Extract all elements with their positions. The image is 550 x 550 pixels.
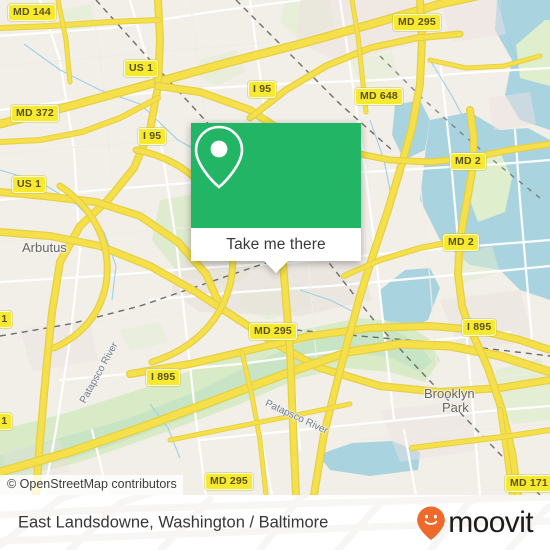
map-pin-icon bbox=[194, 125, 244, 189]
popup-pointer-tail bbox=[264, 261, 288, 273]
road-shield-i-895[interactable]: I 895 bbox=[146, 369, 181, 386]
road-shield-md-295[interactable]: MD 295 bbox=[205, 473, 253, 490]
page-title: East Landsdowne, Washington / Baltimore bbox=[18, 513, 329, 531]
moovit-logo[interactable]: moovit bbox=[416, 505, 534, 541]
road-shield-i-95[interactable]: I 95 bbox=[248, 81, 277, 98]
moovit-wordmark: moovit bbox=[448, 505, 533, 539]
road-shield-clipped[interactable]: S 1 bbox=[0, 311, 13, 328]
road-shield-i-895[interactable]: I 895 bbox=[462, 319, 497, 336]
road-shield-clipped[interactable]: S 1 bbox=[0, 413, 13, 430]
popup-header bbox=[191, 123, 361, 228]
popup-action-bar[interactable]: Take me there bbox=[191, 228, 361, 261]
road-shield-i-95[interactable]: I 95 bbox=[138, 128, 167, 145]
map-canvas[interactable]: .wt { fill:#aad3e0; } .grn { fill:#cfe8b… bbox=[0, 0, 550, 495]
place-label-arbutus: Arbutus bbox=[22, 240, 67, 255]
footer-bar: East Landsdowne, Washington / Baltimore … bbox=[0, 495, 550, 550]
road-shield-md-648[interactable]: MD 648 bbox=[355, 88, 403, 105]
place-label-brooklyn: Brooklyn bbox=[424, 386, 475, 401]
road-shield-us-1[interactable]: US 1 bbox=[12, 176, 47, 193]
destination-popup-card[interactable]: Take me there bbox=[191, 123, 361, 273]
road-shield-us-1[interactable]: US 1 bbox=[124, 60, 159, 77]
road-shield-md-295[interactable]: MD 295 bbox=[249, 323, 297, 340]
road-shield-md-144[interactable]: MD 144 bbox=[8, 4, 56, 21]
moovit-pin-smiley-icon bbox=[417, 506, 446, 540]
road-shield-md-171[interactable]: MD 171 bbox=[505, 475, 550, 492]
screenshot-root: .wt { fill:#aad3e0; } .grn { fill:#cfe8b… bbox=[0, 0, 550, 550]
road-shield-md-295[interactable]: MD 295 bbox=[393, 14, 441, 31]
road-shield-md-372[interactable]: MD 372 bbox=[11, 105, 59, 122]
osm-attribution[interactable]: © OpenStreetMap contributors bbox=[0, 475, 183, 495]
road-shield-md-2[interactable]: MD 2 bbox=[443, 234, 479, 251]
take-me-there-label: Take me there bbox=[226, 235, 326, 253]
road-shield-md-2[interactable]: MD 2 bbox=[450, 153, 486, 170]
place-label-park: Park bbox=[442, 400, 469, 415]
